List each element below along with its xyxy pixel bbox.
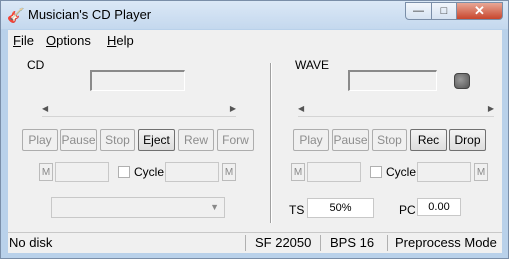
ts-label: TS: [289, 203, 305, 217]
slider-left-arrow-icon: ◀: [42, 104, 49, 113]
minimize-button[interactable]: —: [405, 2, 432, 20]
status-separator: [387, 235, 388, 251]
app-window: 🎸 Musician's CD Player — □ ✕ File Option…: [0, 0, 509, 259]
wave-marker-end-field[interactable]: [417, 162, 471, 182]
record-indicator-icon: [454, 73, 470, 89]
slider-right-arrow-icon: ▶: [229, 104, 236, 113]
cd-rew-button[interactable]: Rew: [178, 129, 214, 151]
cd-forw-button[interactable]: Forw: [217, 129, 254, 151]
status-separator: [245, 235, 246, 251]
cd-marker-start-button[interactable]: M: [39, 163, 53, 181]
wave-position-slider[interactable]: ◀ ▶: [298, 103, 494, 117]
wave-cycle-label: Cycle: [386, 165, 417, 179]
wave-cycle-checkbox[interactable]: [370, 166, 382, 178]
status-sample-frequency: SF 22050: [255, 235, 312, 250]
maximize-button[interactable]: □: [431, 2, 457, 20]
status-mode: Preprocess Mode: [395, 235, 497, 250]
wave-display: [348, 70, 437, 91]
cd-position-slider[interactable]: ◀ ▶: [42, 103, 236, 117]
wave-play-button[interactable]: Play: [293, 129, 329, 151]
cd-stop-button[interactable]: Stop: [100, 129, 135, 151]
menu-help[interactable]: Help: [107, 33, 134, 48]
cd-pause-button[interactable]: Pause: [60, 129, 97, 151]
wave-marker-start-field[interactable]: [307, 162, 361, 182]
wave-drop-button[interactable]: Drop: [449, 129, 486, 151]
cd-marker-start-field[interactable]: [55, 162, 109, 182]
slider-right-arrow-icon: ▶: [487, 104, 494, 113]
pc-label: PC: [399, 203, 416, 217]
wave-pause-button[interactable]: Pause: [332, 129, 369, 151]
main-panel: CD ◀ ▶ Play Pause Stop Eject Rew Forw M …: [8, 49, 502, 232]
slider-left-arrow-icon: ◀: [298, 104, 305, 113]
menu-options[interactable]: Options: [46, 33, 91, 48]
wave-marker-end-button[interactable]: M: [474, 163, 488, 181]
menu-file[interactable]: File: [13, 33, 34, 48]
menu-bar: File Options Help: [8, 30, 502, 49]
cd-track-select[interactable]: ▼: [51, 197, 225, 218]
cd-label: CD: [27, 58, 45, 72]
title-bar[interactable]: 🎸 Musician's CD Player — □ ✕: [1, 1, 508, 29]
cd-marker-end-button[interactable]: M: [222, 163, 236, 181]
pc-input[interactable]: 0.00: [417, 198, 461, 216]
status-bar: No disk SF 22050 BPS 16 Preprocess Mode: [8, 232, 502, 253]
cd-cycle-checkbox[interactable]: [118, 166, 130, 178]
ts-input[interactable]: 50%: [307, 198, 374, 218]
wave-marker-start-button[interactable]: M: [291, 163, 305, 181]
status-separator: [320, 235, 321, 251]
status-disk: No disk: [9, 235, 53, 250]
wave-label: WAVE: [295, 58, 330, 72]
cd-eject-button[interactable]: Eject: [138, 129, 175, 151]
wave-stop-button[interactable]: Stop: [372, 129, 407, 151]
cd-cycle-label: Cycle: [134, 165, 165, 179]
close-button[interactable]: ✕: [456, 2, 503, 20]
wave-rec-button[interactable]: Rec: [410, 129, 447, 151]
section-divider: [270, 63, 272, 223]
guitar-icon: 🎸: [7, 7, 25, 23]
chevron-down-icon: ▼: [210, 202, 219, 212]
cd-play-button[interactable]: Play: [22, 129, 58, 151]
status-bits-per-sample: BPS 16: [330, 235, 375, 250]
cd-display: [90, 70, 185, 91]
window-title: Musician's CD Player: [28, 7, 152, 22]
cd-marker-end-field[interactable]: [165, 162, 219, 182]
